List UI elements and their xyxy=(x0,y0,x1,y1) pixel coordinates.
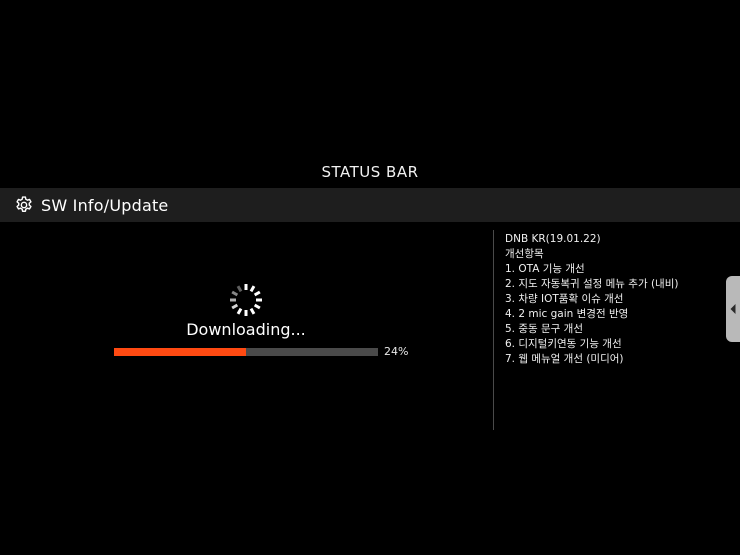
spinner-segment xyxy=(231,290,239,297)
release-note-item: 3. 차량 IOT품확 이슈 개선 xyxy=(505,293,624,305)
release-note-item: 7. 웹 메뉴얼 개선 (미디어) xyxy=(505,353,624,365)
spinner-segment xyxy=(236,285,243,293)
release-note-item: 5. 중동 문구 개선 xyxy=(505,323,583,335)
release-note-item: 6. 디지털키연동 기능 개선 xyxy=(505,338,622,350)
spinner-segment xyxy=(249,307,256,315)
release-note-item: 4. 2 mic gain 변경전 반영 xyxy=(505,308,629,320)
download-status-text: Downloading... xyxy=(186,320,306,339)
status-bar: STATUS BAR xyxy=(0,158,740,186)
panel-divider xyxy=(493,230,494,430)
release-notes-panel: DNB KR(19.01.22) 개선항목 1. OTA 기능 개선 2. 지도… xyxy=(505,232,720,367)
spinner-segment xyxy=(253,290,261,297)
release-notes-title: 개선항목 xyxy=(505,248,544,260)
download-progress-percent: 24% xyxy=(384,345,409,358)
chevron-left-icon xyxy=(729,300,737,319)
spinner-segment xyxy=(236,307,243,315)
release-note-item: 1. OTA 기능 개선 xyxy=(505,263,585,275)
release-version: DNB KR(19.01.22) xyxy=(505,233,601,245)
release-note-item: 2. 지도 자동복귀 설정 메뉴 추가 (내비) xyxy=(505,278,679,290)
spinner-segment xyxy=(253,303,261,310)
spinner-segment xyxy=(249,285,256,293)
page-title: SW Info/Update xyxy=(41,195,169,215)
status-bar-label: STATUS BAR xyxy=(321,163,419,181)
download-progress-bar xyxy=(114,348,378,356)
loading-spinner-icon xyxy=(228,282,264,318)
page-header: SW Info/Update xyxy=(0,188,740,222)
download-panel xyxy=(0,222,493,555)
gear-icon[interactable] xyxy=(13,194,35,216)
spinner-segment xyxy=(231,303,239,310)
side-panel-handle[interactable] xyxy=(726,276,740,342)
download-progress-fill xyxy=(114,348,246,356)
